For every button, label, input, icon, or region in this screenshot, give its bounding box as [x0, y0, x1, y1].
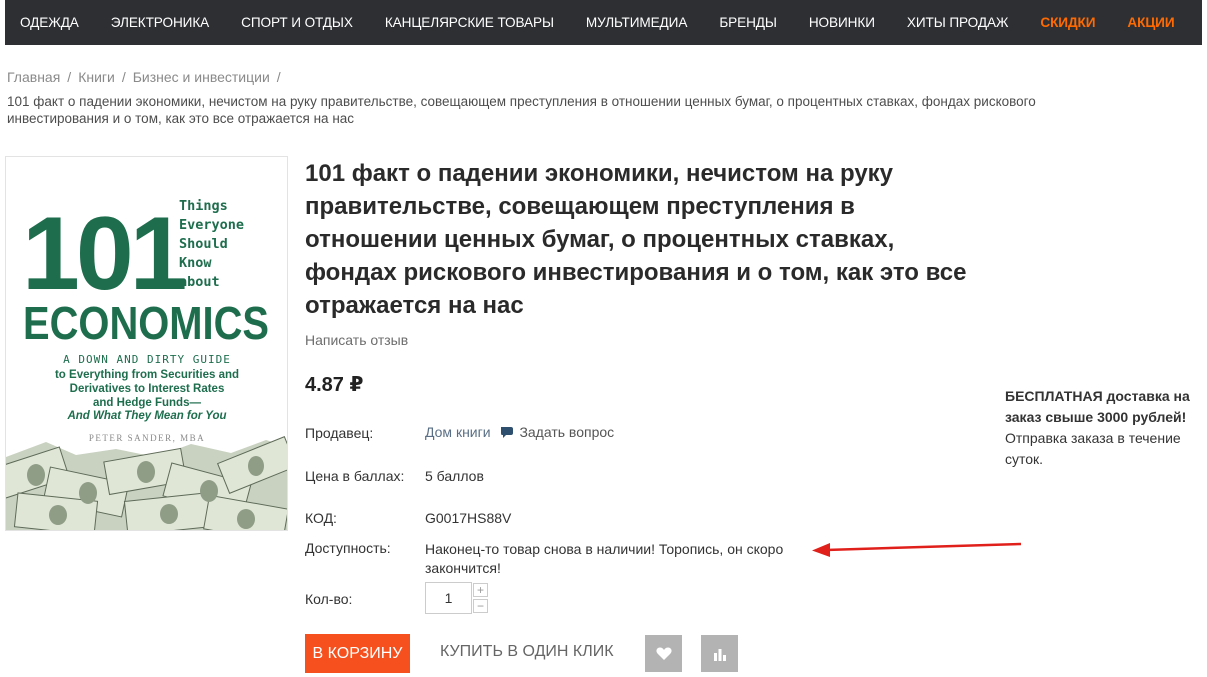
- cover-subtitle: Derivatives to Interest Rates: [70, 383, 225, 395]
- cover-subtitle: to Everything from Securities and: [55, 369, 239, 381]
- product-image[interactable]: 101 Things Everyone Should Know about EC…: [5, 156, 288, 531]
- points-value: 5 баллов: [425, 468, 484, 484]
- cover-side-text: about: [179, 274, 220, 290]
- product-price: 4.87 ₽: [305, 374, 364, 396]
- top-navigation: ОДЕЖДА ЭЛЕКТРОНИКА СПОРТ И ОТДЫХ КАНЦЕЛЯ…: [5, 0, 1202, 45]
- code-value: G0017HS88V: [425, 510, 512, 526]
- cover-number: 101: [22, 196, 185, 312]
- nav-item-promotions[interactable]: АКЦИИ: [1111, 15, 1190, 30]
- breadcrumb-separator: /: [276, 69, 281, 85]
- quantity-increase-button[interactable]: +: [473, 583, 488, 597]
- quantity-input[interactable]: 1: [425, 582, 472, 614]
- breadcrumb-books[interactable]: Книги: [78, 69, 115, 85]
- nav-item-sport[interactable]: СПОРТ И ОТДЫХ: [225, 15, 369, 30]
- cover-title: ECONOMICS: [23, 297, 269, 349]
- breadcrumb-current: 101 факт о падении экономики, нечистом н…: [7, 94, 1036, 126]
- delivery-note: Отправка заказа в течение суток.: [1005, 430, 1181, 467]
- cover-subtitle: and Hedge Funds—: [93, 397, 201, 409]
- heart-icon: [655, 647, 672, 660]
- ask-question-label: Задать вопрос: [519, 424, 615, 440]
- quantity-label: Кол-во:: [305, 591, 353, 607]
- nav-item-new[interactable]: НОВИНКИ: [793, 15, 891, 30]
- breadcrumb-separator: /: [67, 69, 72, 85]
- nav-item-discounts[interactable]: СКИДКИ: [1024, 15, 1111, 30]
- quantity-decrease-button[interactable]: −: [473, 599, 488, 613]
- nav-item-stationery[interactable]: КАНЦЕЛЯРСКИЕ ТОВАРЫ: [369, 15, 570, 30]
- cover-subtitle: A DOWN AND DIRTY GUIDE: [63, 353, 231, 366]
- cover-side-text: Things: [179, 198, 228, 214]
- cover-subtitle: And What They Mean for You: [66, 410, 226, 422]
- availability-value: Наконец-то товар снова в наличии! Торопи…: [425, 541, 784, 576]
- wishlist-button[interactable]: [645, 635, 682, 672]
- nav-item-electronics[interactable]: ЭЛЕКТРОНИКА: [95, 15, 225, 30]
- product-title: 101 факт о падении экономики, нечистом н…: [305, 160, 967, 319]
- seller-label: Продавец:: [305, 425, 374, 441]
- add-to-cart-button[interactable]: В КОРЗИНУ: [305, 634, 410, 673]
- seller-row: Дом книги Задать вопрос: [425, 424, 614, 440]
- cover-author: PETER SANDER, MBA: [89, 433, 205, 443]
- buy-one-click-button[interactable]: КУПИТЬ В ОДИН КЛИК: [440, 643, 614, 661]
- chat-icon: [501, 427, 514, 438]
- compare-button[interactable]: [701, 635, 738, 672]
- annotation-arrow: [812, 542, 1022, 557]
- write-review-link[interactable]: Написать отзыв: [305, 332, 408, 348]
- availability-label: Доступность:: [305, 540, 391, 556]
- nav-item-bestsellers[interactable]: ХИТЫ ПРОДАЖ: [891, 15, 1025, 30]
- book-cover-art: 101 Things Everyone Should Know about EC…: [6, 157, 287, 530]
- ask-question-link[interactable]: Задать вопрос: [500, 424, 614, 440]
- nav-item-clothing[interactable]: ОДЕЖДА: [5, 15, 95, 30]
- seller-link[interactable]: Дом книги: [425, 424, 491, 440]
- nav-item-multimedia[interactable]: МУЛЬТИМЕДИА: [570, 15, 703, 30]
- breadcrumb-home[interactable]: Главная: [7, 69, 60, 85]
- cover-side-text: Know: [179, 255, 212, 271]
- code-label: КОД:: [305, 510, 337, 526]
- bar-chart-icon: [713, 648, 726, 661]
- breadcrumb-separator: /: [121, 69, 126, 85]
- breadcrumb: Главная / Книги / Бизнес и инвестиции /: [7, 69, 288, 85]
- nav-item-brands[interactable]: БРЕНДЫ: [703, 15, 793, 30]
- breadcrumb-business[interactable]: Бизнес и инвестиции: [133, 69, 270, 85]
- cover-side-text: Should: [179, 236, 228, 252]
- delivery-headline: БЕСПЛАТНАЯ доставка на заказ свыше 3000 …: [1005, 388, 1190, 425]
- cover-side-text: Everyone: [179, 217, 244, 233]
- points-label: Цена в баллах:: [305, 468, 405, 484]
- delivery-info: БЕСПЛАТНАЯ доставка на заказ свыше 3000 …: [1005, 386, 1205, 470]
